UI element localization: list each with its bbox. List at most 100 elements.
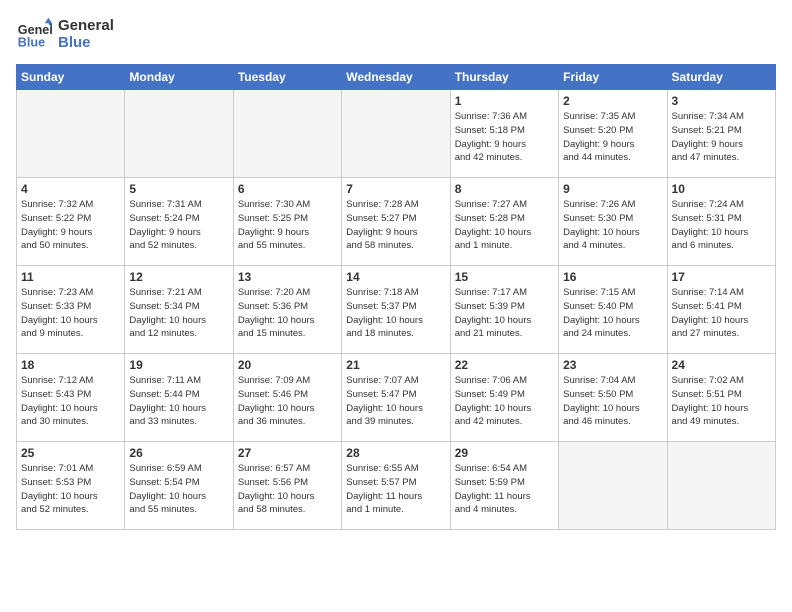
calendar-cell: 3 Sunrise: 7:34 AMSunset: 5:21 PMDaylight… [667,90,775,178]
day-detail: Sunrise: 7:11 AMSunset: 5:44 PMDaylight:… [129,374,228,429]
weekday-header-sunday: Sunday [17,65,125,90]
day-number: 17 [672,270,771,284]
day-number: 20 [238,358,337,372]
day-detail: Sunrise: 7:28 AMSunset: 5:27 PMDaylight:… [346,198,445,253]
day-number: 6 [238,182,337,196]
day-number: 4 [21,182,120,196]
calendar-cell: 20 Sunrise: 7:09 AMSunset: 5:46 PMDayligh… [233,354,341,442]
calendar-cell [559,442,667,530]
day-detail: Sunrise: 7:35 AMSunset: 5:20 PMDaylight:… [563,110,662,165]
logo-line2: Blue [58,34,114,51]
calendar-cell: 18 Sunrise: 7:12 AMSunset: 5:43 PMDayligh… [17,354,125,442]
day-detail: Sunrise: 7:31 AMSunset: 5:24 PMDaylight:… [129,198,228,253]
day-number: 5 [129,182,228,196]
calendar-cell: 16 Sunrise: 7:15 AMSunset: 5:40 PMDayligh… [559,266,667,354]
day-number: 15 [455,270,554,284]
calendar-cell: 2 Sunrise: 7:35 AMSunset: 5:20 PMDaylight… [559,90,667,178]
day-number: 29 [455,446,554,460]
day-number: 14 [346,270,445,284]
calendar-cell: 9 Sunrise: 7:26 AMSunset: 5:30 PMDaylight… [559,178,667,266]
day-detail: Sunrise: 6:59 AMSunset: 5:54 PMDaylight:… [129,462,228,517]
page-header: General Blue General Blue [16,16,776,52]
day-number: 7 [346,182,445,196]
calendar-cell: 4 Sunrise: 7:32 AMSunset: 5:22 PMDaylight… [17,178,125,266]
calendar-cell: 27 Sunrise: 6:57 AMSunset: 5:56 PMDayligh… [233,442,341,530]
calendar-cell: 28 Sunrise: 6:55 AMSunset: 5:57 PMDayligh… [342,442,450,530]
calendar-cell: 25 Sunrise: 7:01 AMSunset: 5:53 PMDayligh… [17,442,125,530]
day-number: 13 [238,270,337,284]
day-detail: Sunrise: 7:34 AMSunset: 5:21 PMDaylight:… [672,110,771,165]
day-number: 18 [21,358,120,372]
calendar-cell: 12Sunrise: 7:21 AMSunset: 5:34 PMDayligh… [125,266,233,354]
day-number: 21 [346,358,445,372]
calendar-cell: 6 Sunrise: 7:30 AMSunset: 5:25 PMDaylight… [233,178,341,266]
logo-icon: General Blue [16,16,52,52]
day-number: 24 [672,358,771,372]
calendar-cell: 24Sunrise: 7:02 AMSunset: 5:51 PMDayligh… [667,354,775,442]
calendar-cell: 1 Sunrise: 7:36 AMSunset: 5:18 PMDaylight… [450,90,558,178]
calendar-cell: 5 Sunrise: 7:31 AMSunset: 5:24 PMDaylight… [125,178,233,266]
calendar-cell [17,90,125,178]
day-number: 28 [346,446,445,460]
day-detail: Sunrise: 6:57 AMSunset: 5:56 PMDaylight:… [238,462,337,517]
day-number: 26 [129,446,228,460]
day-number: 8 [455,182,554,196]
weekday-header-friday: Friday [559,65,667,90]
calendar-cell: 22 Sunrise: 7:06 AMSunset: 5:49 PMDayligh… [450,354,558,442]
day-number: 25 [21,446,120,460]
weekday-header-thursday: Thursday [450,65,558,90]
calendar-cell: 19 Sunrise: 7:11 AMSunset: 5:44 PMDayligh… [125,354,233,442]
calendar-cell: 11 Sunrise: 7:23 AMSunset: 5:33 PMDayligh… [17,266,125,354]
day-detail: Sunrise: 7:15 AMSunset: 5:40 PMDaylight:… [563,286,662,341]
day-detail: Sunrise: 7:21 AMSunset: 5:34 PMDaylight:… [129,286,228,341]
day-detail: Sunrise: 7:20 AMSunset: 5:36 PMDaylight:… [238,286,337,341]
day-detail: Sunrise: 7:06 AMSunset: 5:49 PMDaylight:… [455,374,554,429]
calendar-cell: 21Sunrise: 7:07 AMSunset: 5:47 PMDayligh… [342,354,450,442]
day-detail: Sunrise: 7:01 AMSunset: 5:53 PMDaylight:… [21,462,120,517]
weekday-header-saturday: Saturday [667,65,775,90]
calendar-cell: 23 Sunrise: 7:04 AMSunset: 5:50 PMDayligh… [559,354,667,442]
day-detail: Sunrise: 7:30 AMSunset: 5:25 PMDaylight:… [238,198,337,253]
calendar-cell [233,90,341,178]
calendar-cell: 13 Sunrise: 7:20 AMSunset: 5:36 PMDayligh… [233,266,341,354]
weekday-header-wednesday: Wednesday [342,65,450,90]
day-detail: Sunrise: 7:27 AMSunset: 5:28 PMDaylight:… [455,198,554,253]
day-number: 3 [672,94,771,108]
day-number: 9 [563,182,662,196]
day-number: 11 [21,270,120,284]
day-detail: Sunrise: 7:26 AMSunset: 5:30 PMDaylight:… [563,198,662,253]
calendar-cell: 17 Sunrise: 7:14 AMSunset: 5:41 PMDayligh… [667,266,775,354]
svg-text:Blue: Blue [18,36,45,50]
day-detail: Sunrise: 7:04 AMSunset: 5:50 PMDaylight:… [563,374,662,429]
logo: General Blue General Blue [16,16,114,52]
day-number: 16 [563,270,662,284]
day-number: 22 [455,358,554,372]
day-detail: Sunrise: 7:09 AMSunset: 5:46 PMDaylight:… [238,374,337,429]
calendar-cell: 14Sunrise: 7:18 AMSunset: 5:37 PMDayligh… [342,266,450,354]
calendar-cell: 8 Sunrise: 7:27 AMSunset: 5:28 PMDaylight… [450,178,558,266]
day-detail: Sunrise: 7:36 AMSunset: 5:18 PMDaylight:… [455,110,554,165]
day-number: 27 [238,446,337,460]
calendar-cell: 29 Sunrise: 6:54 AMSunset: 5:59 PMDayligh… [450,442,558,530]
day-number: 19 [129,358,228,372]
logo-line1: General [58,17,114,34]
calendar-cell [125,90,233,178]
day-detail: Sunrise: 7:32 AMSunset: 5:22 PMDaylight:… [21,198,120,253]
day-number: 10 [672,182,771,196]
day-detail: Sunrise: 7:17 AMSunset: 5:39 PMDaylight:… [455,286,554,341]
calendar-cell [667,442,775,530]
day-detail: Sunrise: 6:55 AMSunset: 5:57 PMDaylight:… [346,462,445,517]
calendar-cell: 10Sunrise: 7:24 AMSunset: 5:31 PMDayligh… [667,178,775,266]
weekday-header-tuesday: Tuesday [233,65,341,90]
day-number: 1 [455,94,554,108]
calendar-cell: 26 Sunrise: 6:59 AMSunset: 5:54 PMDayligh… [125,442,233,530]
day-detail: Sunrise: 7:14 AMSunset: 5:41 PMDaylight:… [672,286,771,341]
day-detail: Sunrise: 7:23 AMSunset: 5:33 PMDaylight:… [21,286,120,341]
day-number: 2 [563,94,662,108]
calendar-table: SundayMondayTuesdayWednesdayThursdayFrid… [16,64,776,530]
day-detail: Sunrise: 7:12 AMSunset: 5:43 PMDaylight:… [21,374,120,429]
day-detail: Sunrise: 6:54 AMSunset: 5:59 PMDaylight:… [455,462,554,517]
day-number: 23 [563,358,662,372]
weekday-header-monday: Monday [125,65,233,90]
calendar-cell [342,90,450,178]
